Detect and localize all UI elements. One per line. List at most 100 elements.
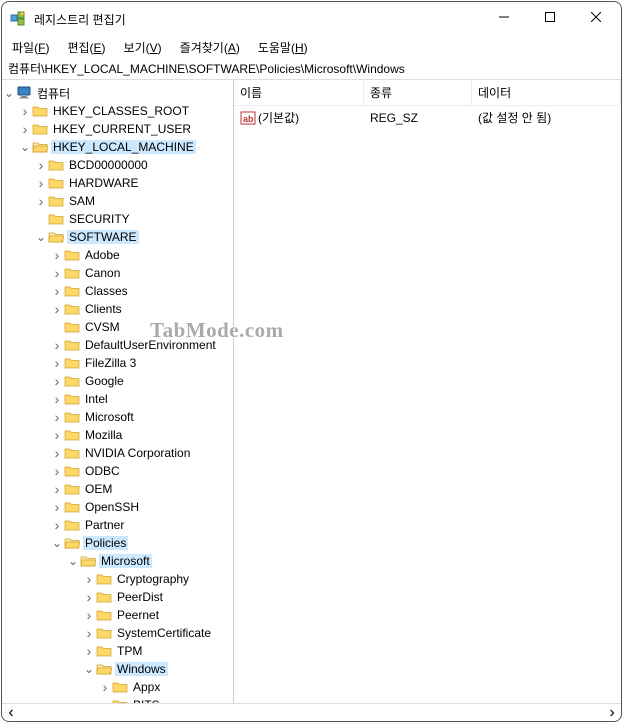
tree-node[interactable]: SECURITY (34, 210, 233, 228)
expand-icon[interactable] (18, 143, 32, 151)
tree-node-computer[interactable]: 컴퓨터 (2, 84, 233, 102)
tree-node-software[interactable]: SOFTWARE (34, 228, 233, 246)
folder-open-icon (48, 230, 64, 244)
folder-icon (64, 410, 80, 424)
expand-icon[interactable] (50, 391, 64, 407)
expand-icon[interactable] (50, 539, 64, 547)
expand-icon[interactable] (50, 355, 64, 371)
expand-icon[interactable] (34, 233, 48, 241)
expand-icon[interactable] (82, 625, 96, 641)
tree-node-microsoft[interactable]: Microsoft (66, 552, 233, 570)
col-type[interactable]: 종류 (364, 80, 472, 105)
expand-icon[interactable] (2, 89, 16, 97)
menu-view[interactable]: 보기(V) (116, 38, 170, 57)
tree-node-windows[interactable]: Windows (82, 660, 233, 678)
tree-label: Canon (83, 266, 122, 280)
address-bar[interactable]: 컴퓨터\HKEY_LOCAL_MACHINE\SOFTWARE\Policies… (2, 58, 621, 80)
maximize-button[interactable] (527, 2, 573, 32)
tree-node[interactable]: Peernet (82, 606, 233, 624)
tree-node[interactable]: SAM (34, 192, 233, 210)
minimize-button[interactable] (481, 2, 527, 32)
expand-icon[interactable] (34, 175, 48, 191)
expand-icon[interactable] (82, 589, 96, 605)
tree-panel[interactable]: 컴퓨터 HKEY_CLASSES_ROOT HKEY_CURRENT_USER … (2, 80, 234, 703)
menu-edit[interactable]: 편집(E) (59, 38, 113, 57)
expand-icon[interactable] (34, 193, 48, 209)
expand-icon[interactable] (82, 571, 96, 587)
tree-node[interactable]: Cryptography (82, 570, 233, 588)
expand-icon[interactable] (82, 607, 96, 623)
folder-icon (64, 392, 80, 406)
expand-icon[interactable] (50, 499, 64, 515)
expand-icon[interactable] (50, 517, 64, 533)
expand-icon[interactable] (66, 557, 80, 565)
tree-node[interactable]: Google (50, 372, 233, 390)
tree-label: Cryptography (115, 572, 191, 586)
tree-node[interactable]: TPM (82, 642, 233, 660)
expand-icon[interactable] (50, 337, 64, 353)
expand-icon[interactable] (50, 445, 64, 461)
tree-node[interactable]: Intel (50, 390, 233, 408)
tree-node[interactable]: Appx (98, 678, 233, 696)
tree-node-hkcr[interactable]: HKEY_CLASSES_ROOT (18, 102, 233, 120)
registry-editor-window: 레지스트리 편집기 파일(F) 편집(E) 보기(V) 즐겨찾기(A) 도움말(… (1, 1, 622, 722)
list-row[interactable]: (기본값) REG_SZ (값 설정 안 됨) (234, 106, 621, 129)
tree-node[interactable]: NVIDIA Corporation (50, 444, 233, 462)
expand-icon[interactable] (50, 481, 64, 497)
expand-icon[interactable] (82, 643, 96, 659)
tree-label: SOFTWARE (67, 230, 139, 244)
expand-icon[interactable] (50, 247, 64, 263)
expand-icon[interactable] (50, 283, 64, 299)
horizontal-scrollbar[interactable]: ‹ › (2, 703, 621, 721)
value-type: REG_SZ (364, 110, 472, 126)
tree-node[interactable]: OEM (50, 480, 233, 498)
expand-icon[interactable] (50, 265, 64, 281)
tree-node-policies[interactable]: Policies (50, 534, 233, 552)
scroll-right-icon[interactable]: › (603, 704, 621, 722)
tree-node[interactable]: PeerDist (82, 588, 233, 606)
menu-file[interactable]: 파일(F) (4, 38, 57, 57)
menubar: 파일(F) 편집(E) 보기(V) 즐겨찾기(A) 도움말(H) (2, 36, 621, 58)
col-data[interactable]: 데이터 (472, 80, 621, 105)
tree-label: SAM (67, 194, 97, 208)
tree-node[interactable]: Canon (50, 264, 233, 282)
expand-icon[interactable] (18, 121, 32, 137)
expand-icon[interactable] (98, 679, 112, 695)
close-button[interactable] (573, 2, 619, 32)
tree-node-hkcu[interactable]: HKEY_CURRENT_USER (18, 120, 233, 138)
expand-icon[interactable] (82, 665, 96, 673)
expand-icon[interactable] (50, 463, 64, 479)
titlebar: 레지스트리 편집기 (2, 2, 621, 36)
tree-node-hklm[interactable]: HKEY_LOCAL_MACHINE (18, 138, 233, 156)
tree-node[interactable]: ODBC (50, 462, 233, 480)
tree-node[interactable]: Mozilla (50, 426, 233, 444)
menu-help[interactable]: 도움말(H) (250, 38, 316, 57)
expand-icon[interactable] (50, 409, 64, 425)
tree-node[interactable]: HARDWARE (34, 174, 233, 192)
tree-node[interactable]: DefaultUserEnvironment (50, 336, 233, 354)
tree-node[interactable]: Partner (50, 516, 233, 534)
expand-icon[interactable] (34, 157, 48, 173)
tree-node[interactable]: Microsoft (50, 408, 233, 426)
expand-icon[interactable] (18, 103, 32, 119)
tree-node[interactable]: Clients (50, 300, 233, 318)
tree-node[interactable]: Adobe (50, 246, 233, 264)
folder-icon (96, 644, 112, 658)
tree-node[interactable]: BITS (98, 696, 233, 703)
tree-label: Partner (83, 518, 126, 532)
tree-node[interactable]: OpenSSH (50, 498, 233, 516)
tree-node[interactable]: CVSM (50, 318, 233, 336)
tree-label: BCD00000000 (67, 158, 150, 172)
folder-open-icon (32, 140, 48, 154)
tree-label: OEM (83, 482, 114, 496)
menu-favorites[interactable]: 즐겨찾기(A) (172, 38, 248, 57)
tree-node[interactable]: FileZilla 3 (50, 354, 233, 372)
tree-node[interactable]: Classes (50, 282, 233, 300)
tree-node[interactable]: SystemCertificate (82, 624, 233, 642)
col-name[interactable]: 이름 (234, 80, 364, 105)
tree-node[interactable]: BCD00000000 (34, 156, 233, 174)
expand-icon[interactable] (50, 301, 64, 317)
expand-icon[interactable] (50, 427, 64, 443)
scroll-left-icon[interactable]: ‹ (2, 704, 20, 722)
expand-icon[interactable] (50, 373, 64, 389)
